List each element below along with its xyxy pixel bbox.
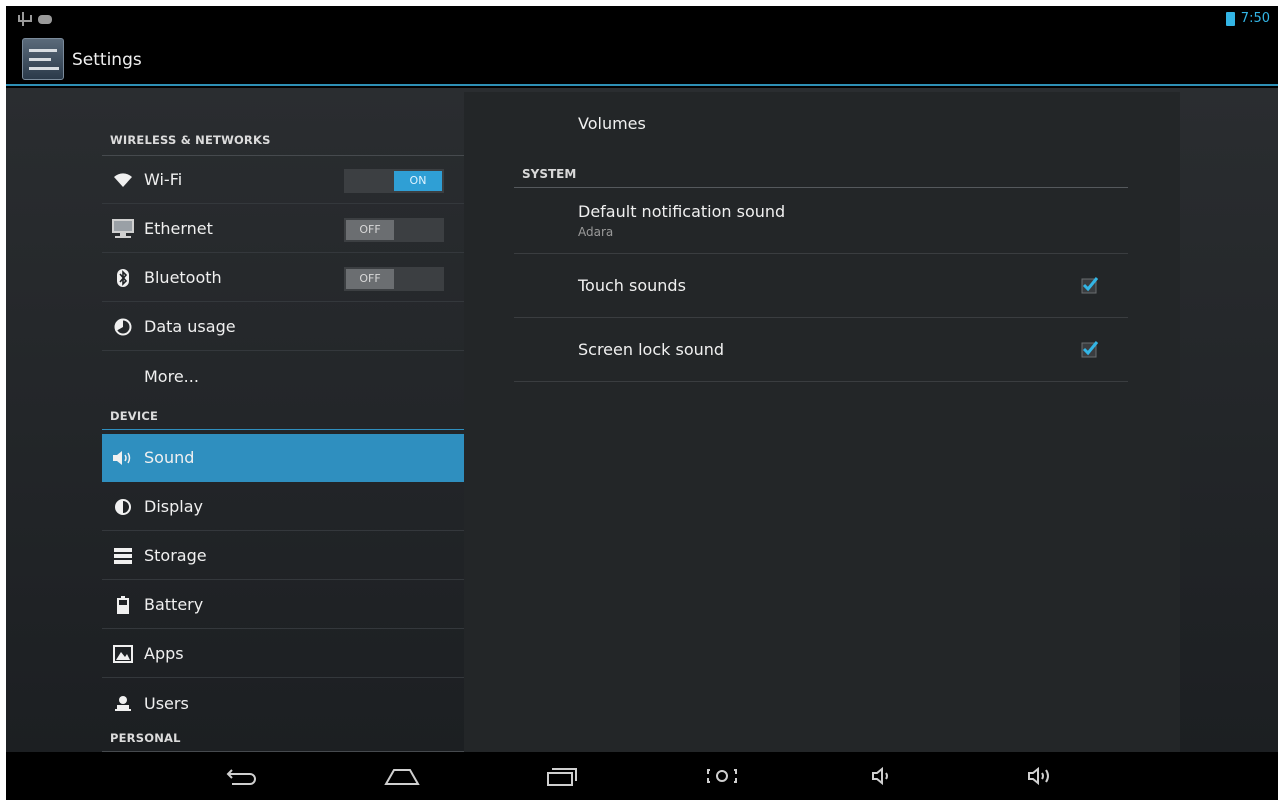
- clock: 7:50: [1240, 11, 1270, 26]
- sidebar-item-label: Display: [144, 497, 203, 516]
- sidebar-item-label: Storage: [144, 546, 207, 565]
- bluetooth-toggle[interactable]: OFF: [344, 267, 444, 291]
- device-screen: 7:50 Settings WIRELESS & NETWORKS Wi-Fi …: [6, 6, 1278, 800]
- sidebar-item-bluetooth[interactable]: Bluetooth OFF: [102, 254, 464, 302]
- screenshot-button[interactable]: [698, 760, 746, 792]
- sidebar-item-users[interactable]: Users: [102, 679, 464, 727]
- sidebar-item-storage[interactable]: Storage: [102, 532, 464, 580]
- sidebar-item-battery[interactable]: Battery: [102, 581, 464, 629]
- usb-icon: [18, 12, 32, 26]
- action-bar: Settings: [6, 34, 1278, 86]
- sidebar-item-apps[interactable]: Apps: [102, 630, 464, 678]
- sidebar-item-label: Users: [144, 693, 189, 713]
- debug-icon: [38, 14, 52, 24]
- pref-title: Screen lock sound: [578, 340, 725, 359]
- volume-down-button[interactable]: [858, 760, 906, 792]
- sidebar-item-label: Wi-Fi: [144, 170, 183, 189]
- section-header-personal: PERSONAL: [102, 726, 464, 752]
- storage-icon: [110, 547, 136, 564]
- home-icon: [384, 769, 420, 785]
- volumes-item[interactable]: Volumes: [514, 92, 1128, 164]
- battery-icon: [1225, 11, 1235, 26]
- page-title: Settings: [72, 50, 142, 70]
- sidebar-item-sound[interactable]: Sound: [102, 434, 464, 482]
- apps-icon: [110, 644, 136, 663]
- screen-lock-sound-checkbox[interactable]: [1080, 339, 1100, 359]
- sidebar-item-label: Apps: [144, 644, 184, 663]
- toggle-knob: ON: [394, 171, 442, 191]
- pref-title: Volumes: [578, 114, 646, 133]
- bluetooth-icon: [110, 268, 136, 287]
- sidebar-item-label: Battery: [144, 595, 204, 614]
- pref-title: Default notification sound: [578, 202, 786, 221]
- sidebar-item-ethernet[interactable]: Ethernet OFF: [102, 205, 464, 253]
- user-icon: [110, 695, 136, 711]
- ethernet-toggle[interactable]: OFF: [344, 218, 444, 242]
- sidebar-item-label: Sound: [144, 448, 195, 467]
- section-header-device: DEVICE: [102, 402, 464, 430]
- home-button[interactable]: [378, 760, 426, 792]
- sidebar-item-label: More...: [144, 366, 199, 386]
- volume-up-icon: [1028, 766, 1049, 786]
- sound-settings-pane: Volumes SYSTEM Default notification soun…: [464, 92, 1180, 752]
- screenshot-icon: [707, 769, 737, 783]
- section-header-system: SYSTEM: [514, 162, 1128, 188]
- sidebar-item-label: Data usage: [144, 317, 236, 336]
- sidebar-item-label: Ethernet: [144, 219, 213, 238]
- battery-icon: [110, 595, 136, 614]
- pref-title: Touch sounds: [578, 276, 686, 295]
- volume-down-icon: [872, 766, 888, 786]
- sidebar-item-display[interactable]: Display: [102, 483, 464, 531]
- main-area: WIRELESS & NETWORKS Wi-Fi ON Ethernet OF…: [6, 88, 1278, 752]
- wifi-icon: [110, 172, 136, 187]
- pref-summary: Adara: [578, 225, 614, 239]
- volume-up-button[interactable]: [1018, 760, 1066, 792]
- screen-lock-sound-item[interactable]: Screen lock sound: [514, 318, 1128, 382]
- back-icon: [226, 769, 256, 785]
- sidebar-item-label: Bluetooth: [144, 268, 222, 287]
- data-usage-icon: [110, 318, 136, 336]
- recent-apps-icon: [547, 768, 577, 786]
- speaker-icon: [110, 450, 136, 466]
- touch-sounds-checkbox[interactable]: [1080, 275, 1100, 295]
- settings-app-icon[interactable]: [22, 38, 64, 80]
- status-bar: 7:50: [6, 6, 1278, 34]
- wifi-toggle[interactable]: ON: [344, 169, 444, 193]
- system-nav-bar: [6, 752, 1278, 800]
- section-header-wireless: WIRELESS & NETWORKS: [102, 126, 464, 156]
- touch-sounds-item[interactable]: Touch sounds: [514, 254, 1128, 318]
- sidebar-item-more[interactable]: More...: [102, 352, 464, 400]
- ethernet-icon: [110, 218, 136, 239]
- default-notification-sound-item[interactable]: Default notification sound Adara: [514, 188, 1128, 254]
- sidebar-item-wifi[interactable]: Wi-Fi ON: [102, 156, 464, 204]
- toggle-knob: OFF: [346, 220, 394, 240]
- settings-sidebar: WIRELESS & NETWORKS Wi-Fi ON Ethernet OF…: [102, 88, 464, 752]
- toggle-knob: OFF: [346, 269, 394, 289]
- brightness-icon: [110, 498, 136, 516]
- recent-apps-button[interactable]: [538, 760, 586, 792]
- sidebar-item-data-usage[interactable]: Data usage: [102, 303, 464, 351]
- back-button[interactable]: [218, 760, 266, 792]
